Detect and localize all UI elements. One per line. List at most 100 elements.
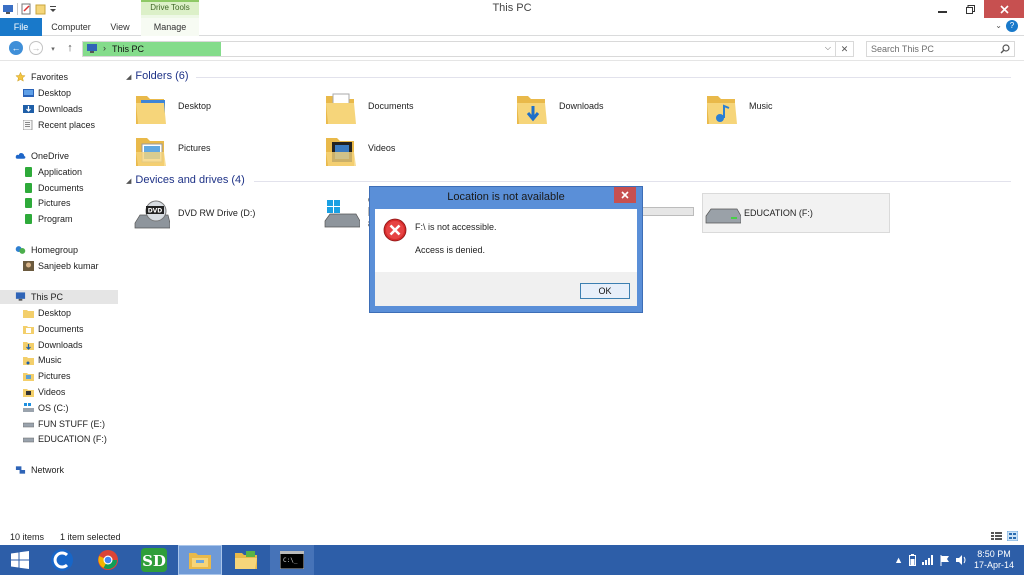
- drive-label: DVD RW Drive (D:): [178, 208, 256, 218]
- volume-icon[interactable]: [956, 555, 968, 565]
- up-arrow-icon[interactable]: ↑: [63, 41, 77, 55]
- folder-tile-desktop[interactable]: Desktop: [134, 86, 304, 130]
- back-button[interactable]: ←: [9, 41, 23, 55]
- ccleaner-icon: [51, 549, 73, 571]
- show-hidden-icons-chevron-icon[interactable]: ▲: [894, 555, 903, 565]
- drives-section-header[interactable]: ◢ Devices and drives (4): [126, 174, 245, 186]
- nav-label: Downloads: [38, 104, 83, 114]
- nav-label: Pictures: [38, 371, 71, 381]
- pictures-folder-icon: [23, 373, 34, 381]
- tab-view[interactable]: View: [102, 18, 138, 36]
- tab-manage[interactable]: Manage: [141, 18, 199, 36]
- drive-icon: [705, 208, 741, 224]
- expand-ribbon-chevron-icon[interactable]: ⌄: [995, 21, 1002, 30]
- selection-count: 1 item selected: [60, 532, 121, 542]
- recent-locations-chevron-icon[interactable]: ▾: [48, 42, 58, 56]
- folder-label: Videos: [368, 143, 396, 153]
- taskbar-clock[interactable]: 8:50 PM 17-Apr-14: [974, 549, 1014, 571]
- drive-tile-dvd-d[interactable]: DVD DVD RW Drive (D:): [134, 193, 304, 237]
- signal-strength-icon[interactable]: [922, 555, 934, 565]
- nav-label: Music: [38, 355, 62, 365]
- tab-computer[interactable]: Computer: [44, 18, 98, 36]
- folder-tile-videos[interactable]: Videos: [324, 128, 494, 172]
- tab-file[interactable]: File: [0, 18, 42, 36]
- close-icon: [999, 4, 1009, 14]
- address-dropdown-chevron-icon[interactable]: ⌵: [825, 43, 831, 53]
- green-folder-icon: [25, 198, 32, 208]
- folder-label: Desktop: [178, 101, 212, 111]
- homegroup-icon: [15, 246, 26, 254]
- folder-tile-pictures[interactable]: Pictures: [134, 128, 304, 172]
- folder-tile-downloads[interactable]: Downloads: [515, 86, 685, 130]
- nav-label: Documents: [38, 183, 84, 193]
- taskbar-app-ccleaner[interactable]: [40, 545, 84, 575]
- downloads-folder-icon: [517, 96, 547, 124]
- minimize-button[interactable]: [928, 0, 956, 18]
- stop-loading-button[interactable]: ✕: [836, 41, 854, 57]
- videos-folder-icon: [23, 389, 34, 397]
- close-icon: [621, 191, 629, 199]
- start-button[interactable]: [0, 545, 40, 575]
- breadcrumb[interactable]: This PC: [112, 44, 144, 54]
- folder-label: Downloads: [559, 101, 604, 111]
- dialog-close-button[interactable]: [614, 187, 636, 203]
- close-button[interactable]: [984, 0, 1024, 18]
- minimize-icon: [937, 10, 947, 13]
- collapse-triangle-icon[interactable]: ◢: [126, 178, 131, 185]
- nav-label: Desktop: [38, 88, 72, 98]
- details-view-icon[interactable]: [991, 531, 1002, 541]
- search-icon[interactable]: [1000, 44, 1010, 54]
- drive-tile-education-f[interactable]: EDUCATION (F:): [702, 193, 890, 233]
- folder-tile-music[interactable]: Music: [705, 86, 875, 130]
- tiles-view-icon[interactable]: [1007, 531, 1018, 541]
- system-tray: ▲: [894, 554, 968, 566]
- taskbar-app-folder[interactable]: [224, 545, 268, 575]
- taskbar-app-chrome[interactable]: [86, 545, 130, 575]
- nav-label: Documents: [38, 324, 84, 334]
- folder-label: Music: [749, 101, 773, 111]
- folder-icon: [235, 551, 257, 569]
- downloads-icon: [23, 105, 34, 113]
- recent-places-icon: [23, 120, 33, 130]
- folder-tile-documents[interactable]: Documents: [324, 86, 494, 130]
- taskbar-app-command-prompt[interactable]: C:\_: [270, 545, 314, 575]
- help-icon[interactable]: ?: [1006, 20, 1018, 32]
- nav-network-label: Network: [31, 465, 65, 475]
- desktop-icon: [23, 89, 34, 97]
- folder-icon: [23, 310, 34, 318]
- folder-label: Documents: [368, 101, 414, 111]
- collapse-triangle-icon[interactable]: ◢: [126, 74, 131, 81]
- taskbar: SD C:\_ ▲ 8:50 PM 17-Apr-14: [0, 545, 1024, 575]
- nav-homegroup-label: Homegroup: [31, 245, 79, 255]
- action-center-flag-icon[interactable]: [940, 554, 950, 566]
- svg-text:SD: SD: [142, 552, 166, 570]
- sd-app-icon: SD: [141, 548, 167, 572]
- drive-icon: [23, 437, 34, 443]
- section-divider: [254, 181, 1011, 182]
- taskbar-app-sd[interactable]: SD: [132, 545, 176, 575]
- battery-icon[interactable]: [909, 554, 916, 566]
- cloud-icon: [15, 153, 26, 159]
- nav-label: Sanjeeb kumar: [38, 261, 99, 271]
- dialog-title: Location is not available: [447, 191, 565, 203]
- green-folder-icon: [25, 214, 32, 224]
- nav-onedrive-label: OneDrive: [31, 151, 70, 161]
- folders-section-header[interactable]: ◢ Folders (6): [126, 70, 189, 82]
- clock-time: 8:50 PM: [977, 549, 1011, 559]
- location-unavailable-dialog: Location is not available F:\ is not acc…: [369, 186, 643, 313]
- restore-icon: [965, 4, 975, 14]
- pictures-folder-icon: [136, 138, 166, 166]
- search-input[interactable]: Search This PC: [866, 41, 1015, 57]
- nav-this-pc[interactable]: This PC: [0, 290, 118, 304]
- nav-favorites-label: Favorites: [31, 72, 69, 82]
- ok-button[interactable]: OK: [580, 283, 630, 299]
- taskbar-app-file-explorer[interactable]: [178, 545, 222, 575]
- forward-button[interactable]: →: [29, 41, 43, 55]
- breadcrumb-chevron-icon[interactable]: ›: [103, 43, 106, 53]
- restore-button[interactable]: [956, 0, 984, 18]
- nav-label: EDUCATION (F:): [38, 434, 107, 444]
- clock-date: 17-Apr-14: [973, 560, 1014, 570]
- status-bar: 10 items 1 item selected: [0, 528, 1024, 544]
- address-bar[interactable]: › This PC ⌵: [82, 41, 836, 57]
- nav-label: FUN STUFF (E:): [38, 419, 105, 429]
